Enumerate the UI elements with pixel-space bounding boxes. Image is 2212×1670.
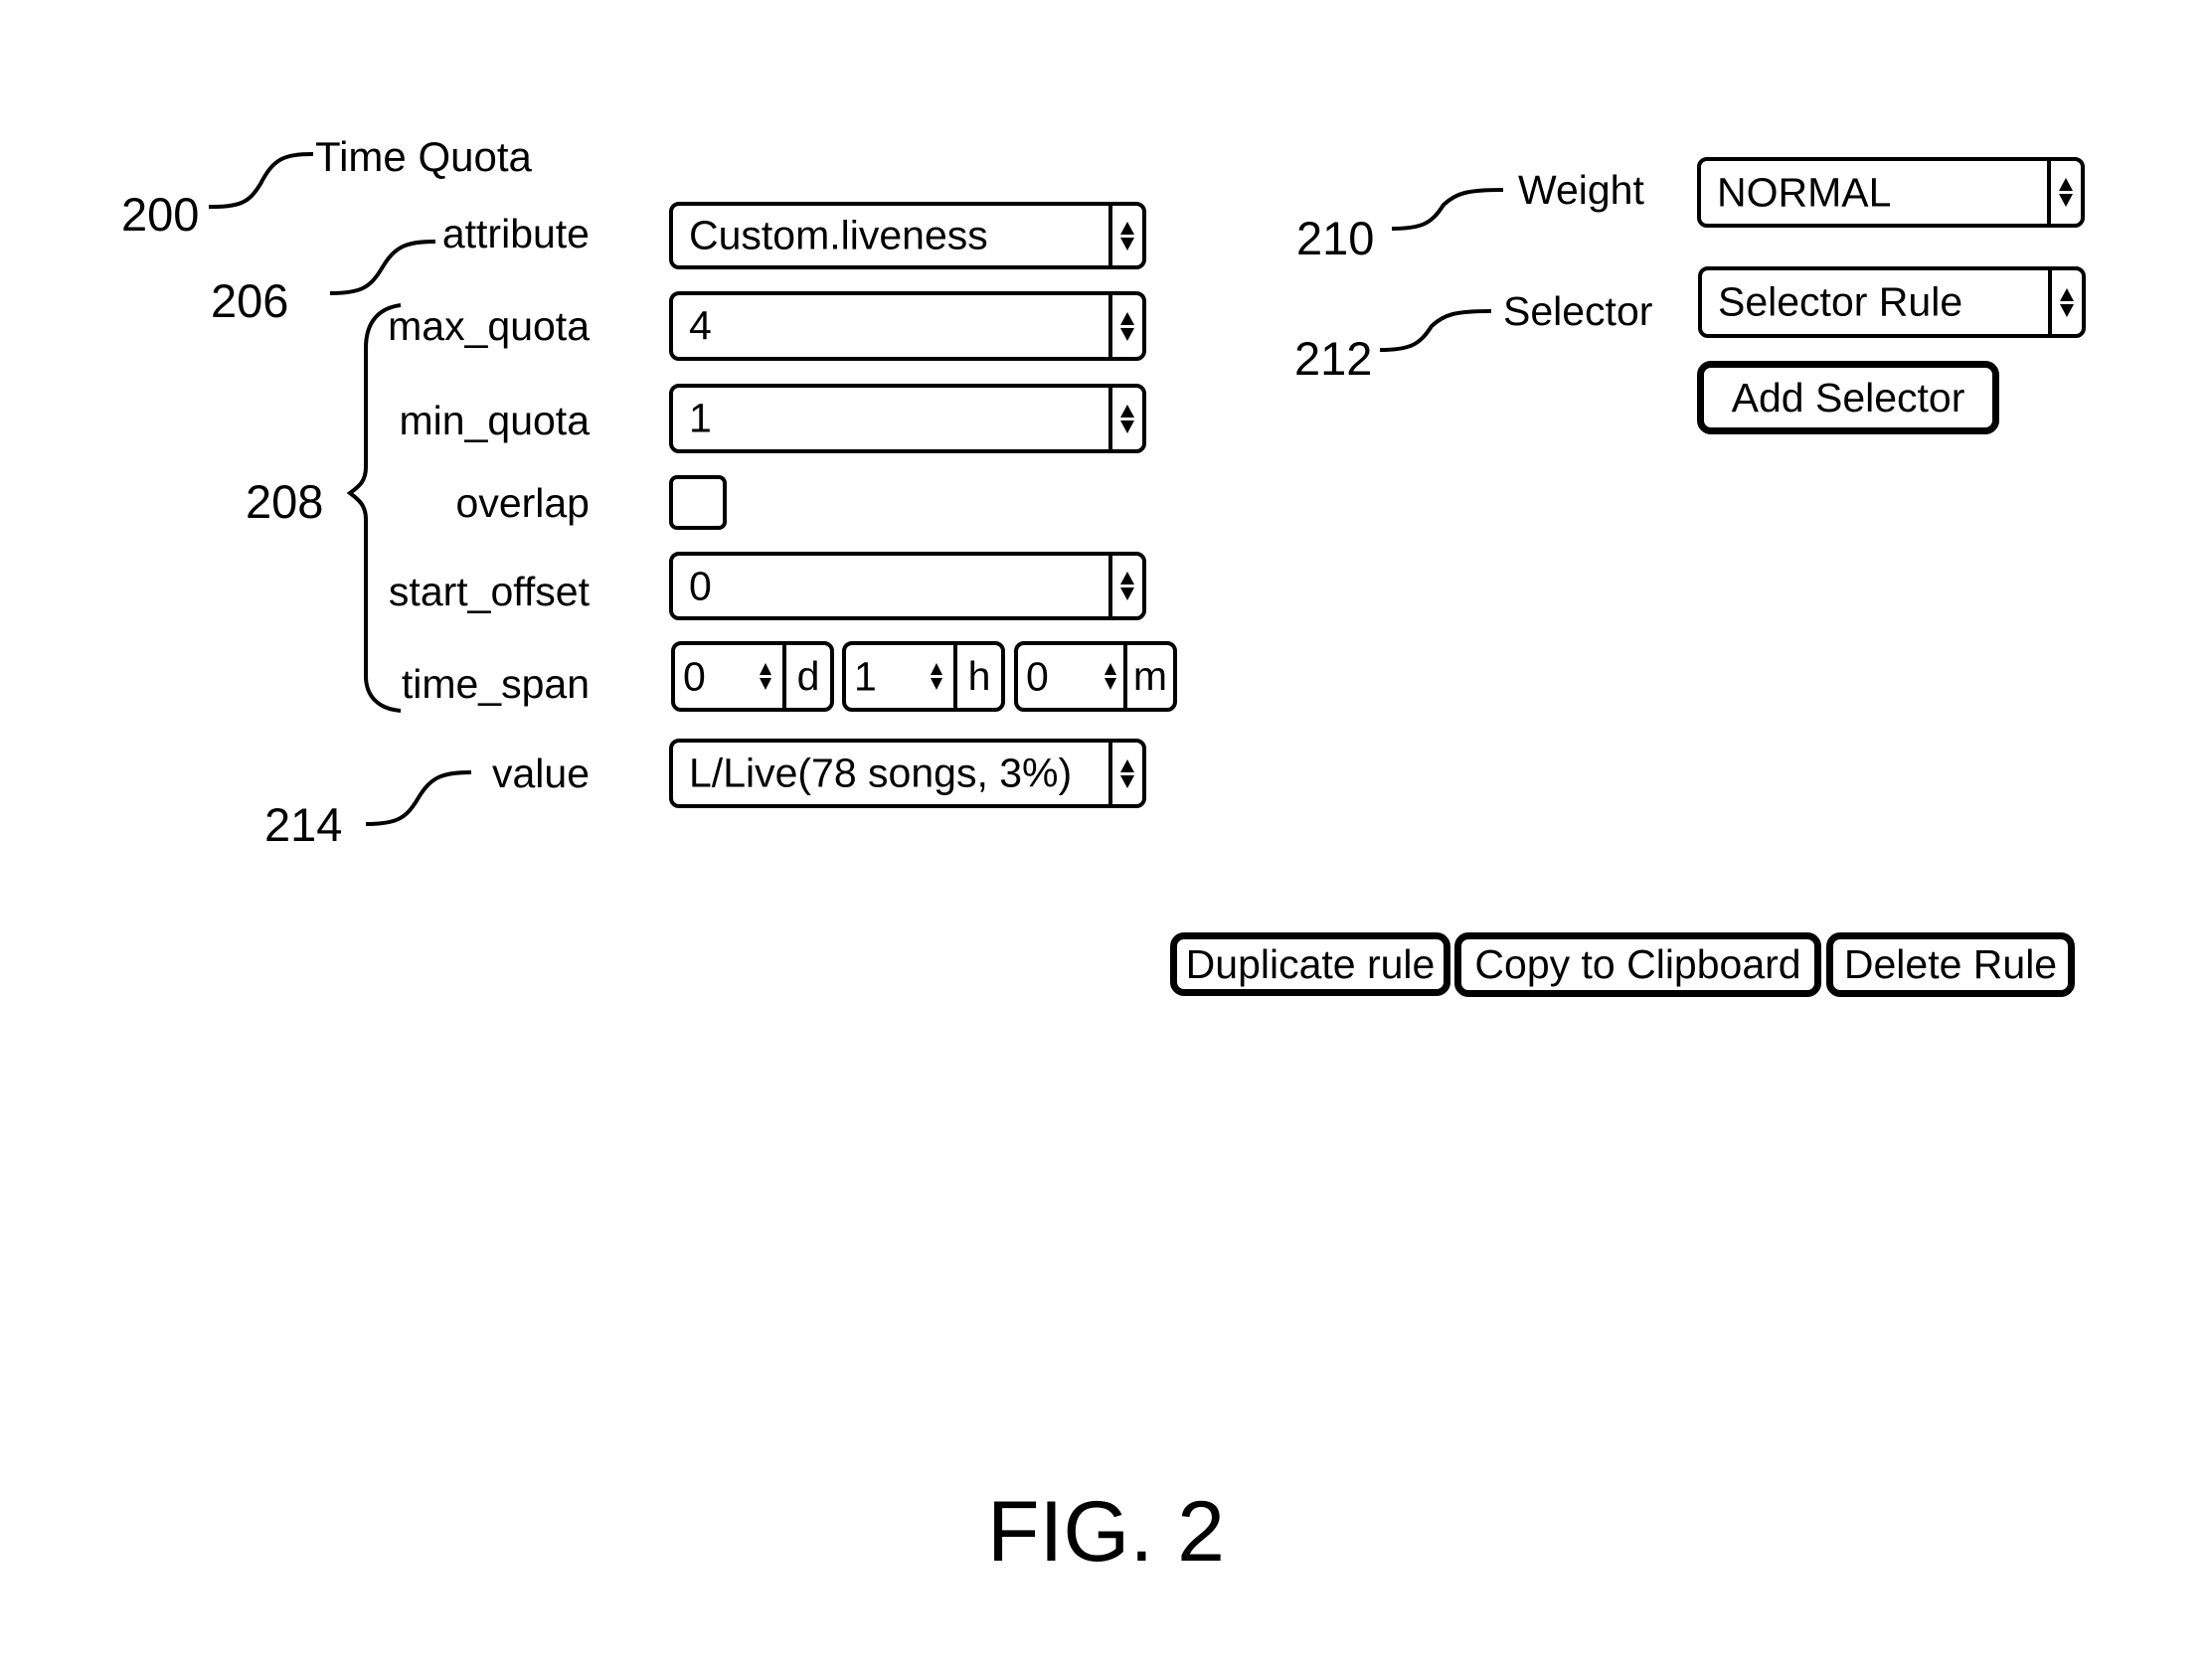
- arrow-up-icon: [1120, 572, 1134, 584]
- arrow-up-icon: [1120, 221, 1134, 235]
- time-span-days-spinner[interactable]: [755, 645, 776, 708]
- add-selector-button[interactable]: Add Selector: [1697, 361, 1999, 434]
- selector-spinner[interactable]: [2048, 270, 2082, 334]
- overlap-checkbox[interactable]: [669, 475, 727, 530]
- time-span-minutes-spinner[interactable]: [1100, 645, 1121, 708]
- leader-200: [208, 152, 314, 209]
- max-quota-stepper[interactable]: 4: [669, 291, 1146, 361]
- arrow-up-icon: [1105, 663, 1116, 675]
- arrow-down-icon: [1120, 237, 1134, 250]
- arrow-down-icon: [1105, 678, 1116, 690]
- time-span-days-unit: d: [782, 645, 830, 708]
- arrow-up-icon: [1120, 311, 1134, 325]
- leader-206: [329, 240, 436, 295]
- weight-select[interactable]: NORMAL: [1697, 157, 2085, 228]
- label-weight: Weight: [1518, 167, 1644, 213]
- leader-214: [365, 770, 472, 826]
- figure-caption: FIG. 2: [987, 1484, 1225, 1580]
- brace-208: [346, 303, 402, 713]
- arrow-down-icon: [2059, 194, 2073, 207]
- weight-select-value: NORMAL: [1717, 169, 1892, 215]
- arrow-down-icon: [1120, 419, 1134, 433]
- leader-210: [1391, 188, 1504, 231]
- ref-numeral-214: 214: [264, 798, 343, 851]
- min-quota-spinner[interactable]: [1108, 388, 1142, 449]
- arrow-up-icon: [2060, 287, 2074, 301]
- time-span-days-value: 0: [683, 653, 706, 699]
- label-selector: Selector: [1503, 288, 1653, 334]
- attribute-select-value: Custom.liveness: [689, 212, 988, 258]
- label-start-offset: start_offset: [388, 569, 590, 614]
- label-attribute: attribute: [441, 211, 590, 256]
- ref-numeral-200: 200: [121, 188, 200, 241]
- label-max-quota: max_quota: [388, 303, 590, 349]
- time-span-hours-spinner[interactable]: [926, 645, 947, 708]
- label-min-quota: min_quota: [399, 398, 590, 443]
- label-value: value: [491, 751, 590, 796]
- start-offset-value: 0: [689, 563, 712, 608]
- attribute-select[interactable]: Custom.liveness: [669, 202, 1146, 269]
- attribute-spinner[interactable]: [1108, 206, 1142, 265]
- leader-212: [1379, 309, 1492, 352]
- ref-numeral-208: 208: [246, 475, 324, 528]
- start-offset-stepper[interactable]: 0: [669, 552, 1146, 620]
- time-span-minutes-stepper[interactable]: 0 m: [1014, 641, 1177, 712]
- max-quota-spinner[interactable]: [1108, 295, 1142, 357]
- arrow-down-icon: [760, 678, 771, 690]
- start-offset-spinner[interactable]: [1108, 556, 1142, 616]
- ref-numeral-212: 212: [1294, 332, 1373, 385]
- copy-to-clipboard-button[interactable]: Copy to Clipboard: [1454, 932, 1821, 997]
- arrow-up-icon: [760, 663, 771, 675]
- duplicate-rule-button[interactable]: Duplicate rule: [1170, 932, 1450, 996]
- panel-title: Time Quota: [315, 133, 532, 180]
- selector-select-value: Selector Rule: [1718, 278, 1963, 325]
- time-span-hours-unit: h: [953, 645, 1001, 708]
- ref-numeral-206: 206: [211, 274, 289, 327]
- time-span-minutes-value: 0: [1026, 653, 1049, 699]
- label-overlap: overlap: [455, 480, 590, 526]
- selector-select[interactable]: Selector Rule: [1698, 266, 2086, 338]
- arrow-down-icon: [931, 678, 942, 690]
- arrow-down-icon: [1120, 327, 1134, 341]
- arrow-up-icon: [931, 663, 942, 675]
- value-select-value: L/Live(78 songs, 3%): [689, 750, 1073, 796]
- arrow-down-icon: [1120, 587, 1134, 600]
- time-span-days-stepper[interactable]: 0 d: [671, 641, 834, 712]
- time-span-hours-stepper[interactable]: 1 h: [842, 641, 1005, 712]
- min-quota-stepper[interactable]: 1: [669, 384, 1146, 453]
- time-span-hours-value: 1: [854, 653, 877, 699]
- arrow-up-icon: [2059, 178, 2073, 191]
- arrow-up-icon: [1120, 404, 1134, 418]
- value-spinner[interactable]: [1108, 743, 1142, 804]
- min-quota-value: 1: [689, 395, 712, 441]
- max-quota-value: 4: [689, 302, 712, 349]
- value-select[interactable]: L/Live(78 songs, 3%): [669, 739, 1146, 808]
- weight-spinner[interactable]: [2047, 161, 2081, 224]
- time-span-minutes-unit: m: [1123, 645, 1173, 708]
- ref-numeral-210: 210: [1296, 212, 1375, 264]
- delete-rule-button[interactable]: Delete Rule: [1826, 932, 2075, 997]
- arrow-up-icon: [1120, 758, 1134, 772]
- arrow-down-icon: [2060, 303, 2074, 317]
- arrow-down-icon: [1120, 774, 1134, 788]
- label-time-span: time_span: [401, 661, 590, 707]
